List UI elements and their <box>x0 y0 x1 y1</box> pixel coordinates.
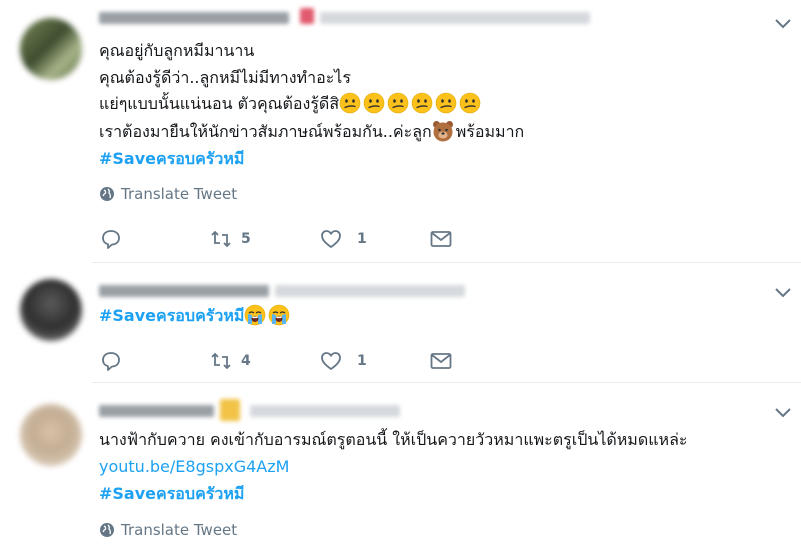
author-handle[interactable] <box>250 405 400 417</box>
like-icon <box>319 227 343 251</box>
tweet-text: แย่ๆแบบนั้นแน่นอน ตัวคุณต้องรู้ดีสิ <box>99 94 340 113</box>
reply-icon <box>99 227 123 251</box>
translate-tweet-button[interactable]: Translate Tweet <box>99 521 237 539</box>
direct-message-button[interactable] <box>429 227 453 251</box>
retweet-icon <box>209 349 233 373</box>
crying-emoji <box>268 304 290 326</box>
reply-button[interactable] <box>99 227 123 251</box>
tweet-text: เราต้องมายืนให้นักข่าวสัมภาษณ์พร้อมกัน..… <box>99 122 432 141</box>
retweet-icon <box>209 227 233 251</box>
retweet-count: 5 <box>241 231 251 247</box>
globe-icon <box>99 186 115 202</box>
confused-emoji <box>363 92 385 114</box>
tweet[interactable]: #Saveครอบครัวหมี 4 1 <box>0 263 801 383</box>
message-icon <box>429 227 453 251</box>
direct-message-button[interactable] <box>429 349 453 373</box>
like-count: 1 <box>357 231 367 247</box>
author-handle[interactable] <box>320 12 590 24</box>
globe-icon <box>99 522 115 538</box>
confused-emoji <box>339 92 361 114</box>
chevron-down-icon[interactable] <box>773 285 793 301</box>
translate-label: Translate Tweet <box>121 521 238 539</box>
crying-emoji <box>244 304 266 326</box>
retweet-button[interactable]: 4 <box>209 349 251 373</box>
confused-emoji <box>411 92 433 114</box>
avatar[interactable] <box>20 18 82 80</box>
avatar[interactable] <box>20 279 82 341</box>
confused-emoji <box>459 92 481 114</box>
verified-badge <box>300 8 314 24</box>
like-count: 1 <box>357 353 367 369</box>
reply-button[interactable] <box>99 349 123 373</box>
tweet[interactable]: คุณอยู่กับลูกหมีมานาน คุณต้องรู้ดีว่า..ล… <box>0 0 801 263</box>
verified-badge <box>220 399 240 421</box>
bear-emoji <box>432 120 454 142</box>
author-name[interactable] <box>99 285 269 297</box>
tweet-link[interactable]: youtu.be/E8gspxG4AzM <box>99 454 289 480</box>
like-icon <box>319 349 343 373</box>
tweet-text-line: แย่ๆแบบนั้นแน่นอน ตัวคุณต้องรู้ดีสิ <box>99 91 483 117</box>
confused-emoji <box>387 92 409 114</box>
like-button[interactable]: 1 <box>319 349 367 373</box>
retweet-count: 4 <box>241 353 251 369</box>
reply-icon <box>99 349 123 373</box>
tweet-text-line: คุณอยู่กับลูกหมีมานาน <box>99 41 255 60</box>
tweet-text-line: คุณต้องรู้ดีว่า..ลูกหมีไม่มีทางทำอะไร <box>99 68 351 87</box>
hashtag-link[interactable]: #Saveครอบครัวหมี <box>99 306 244 325</box>
translate-tweet-button[interactable]: Translate Tweet <box>99 185 237 203</box>
hashtag-link[interactable]: #Saveครอบครัวหมี <box>99 146 244 172</box>
chevron-down-icon[interactable] <box>773 16 793 32</box>
avatar[interactable] <box>20 404 82 466</box>
confused-emoji <box>435 92 457 114</box>
hashtag-link[interactable]: #Saveครอบครัวหมี <box>99 481 244 507</box>
author-name[interactable] <box>99 12 289 24</box>
tweet[interactable]: นางฟ้ากับควาย คงเข้ากับอารมณ์ตรูตอนนี้ ใ… <box>0 383 801 553</box>
chevron-down-icon[interactable] <box>773 405 793 421</box>
author-name[interactable] <box>99 405 214 417</box>
tweet-text: พร้อมมาก <box>455 122 525 141</box>
tweet-text-line: #Saveครอบครัวหมี <box>99 303 292 329</box>
like-button[interactable]: 1 <box>319 227 367 251</box>
tweet-text-line: นางฟ้ากับควาย คงเข้ากับอารมณ์ตรูตอนนี้ ใ… <box>99 430 688 449</box>
translate-label: Translate Tweet <box>121 185 238 203</box>
retweet-button[interactable]: 5 <box>209 227 251 251</box>
message-icon <box>429 349 453 373</box>
author-handle[interactable] <box>275 285 465 297</box>
tweet-text-line: เราต้องมายืนให้นักข่าวสัมภาษณ์พร้อมกัน..… <box>99 119 524 145</box>
